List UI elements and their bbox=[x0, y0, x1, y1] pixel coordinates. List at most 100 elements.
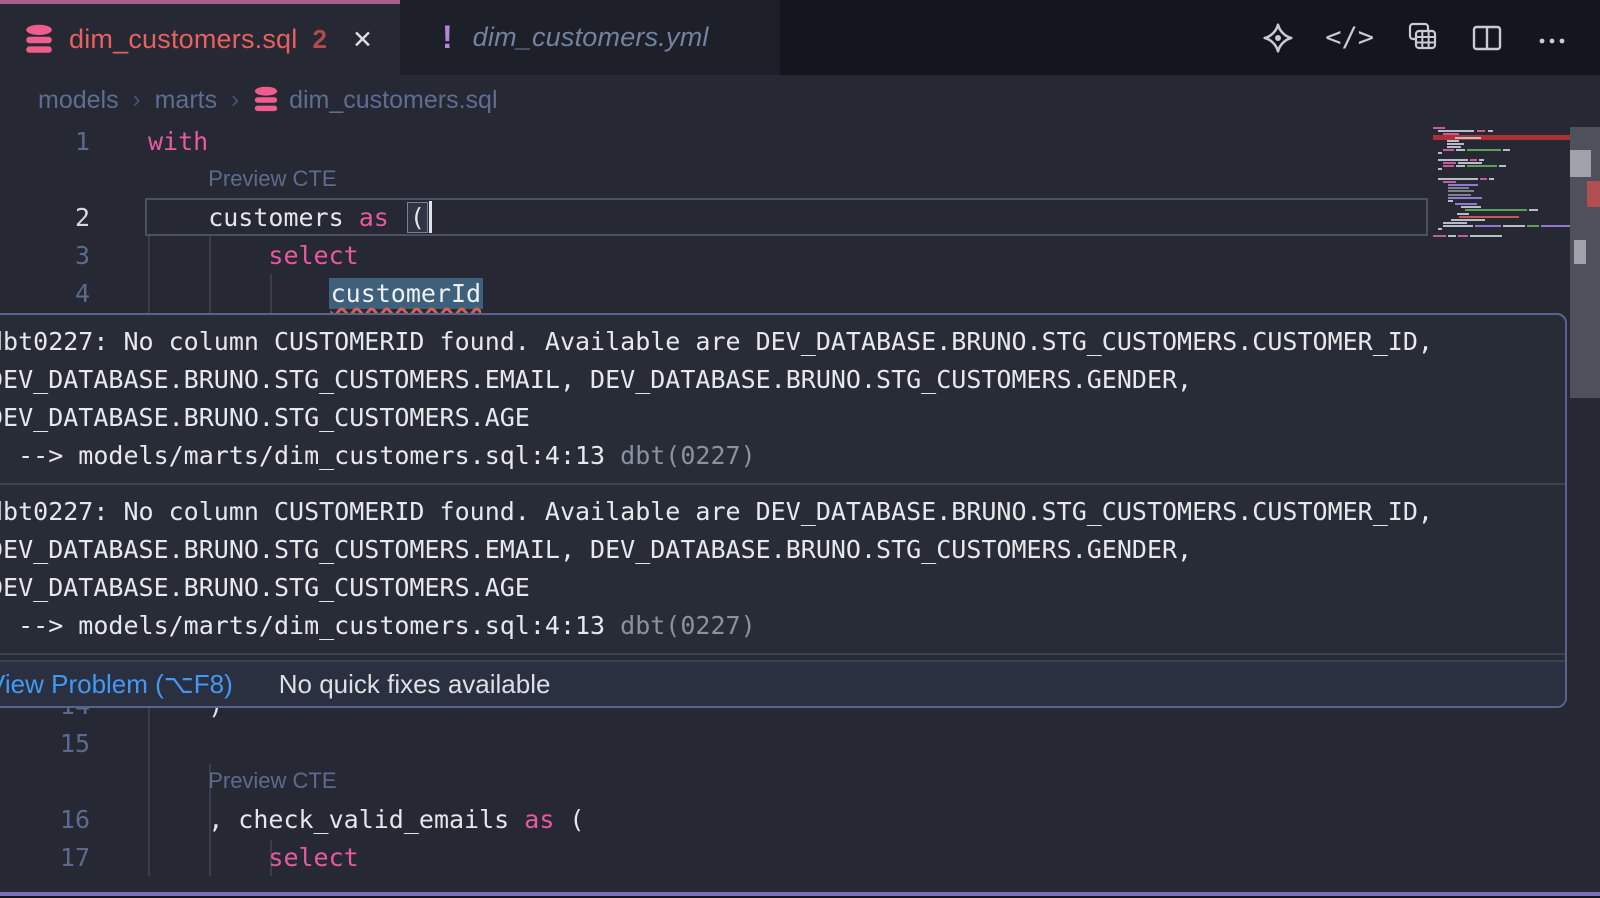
error-message-line: dbt0227: No column CUSTOMERID found. Ava… bbox=[0, 493, 1565, 531]
tab-bar: dim_customers.sql 2 ✕ ! dim_customers.ym… bbox=[0, 0, 1600, 75]
minimap-code-segment bbox=[1438, 178, 1478, 180]
minimap-code-segment bbox=[1480, 178, 1487, 180]
minimap-code-segment bbox=[1456, 165, 1465, 167]
minimap-code-segment bbox=[1443, 181, 1456, 183]
minimap-code-segment bbox=[1448, 197, 1482, 199]
minimap-code-segment bbox=[1459, 216, 1519, 218]
error-file-location[interactable]: --> models/marts/dim_customers.sql:4:13 bbox=[0, 611, 620, 640]
error-file-location[interactable]: --> models/marts/dim_customers.sql:4:13 bbox=[0, 441, 620, 470]
minimap-code-segment bbox=[1438, 168, 1442, 170]
minimap-code-segment bbox=[1479, 159, 1484, 161]
code-token: ( bbox=[554, 805, 584, 834]
minimap-code-segment bbox=[1438, 152, 1442, 154]
line-number: 4 bbox=[0, 279, 90, 308]
split-editor-icon[interactable] bbox=[1470, 21, 1504, 55]
minimap[interactable] bbox=[1433, 127, 1570, 245]
breadcrumb-item-models[interactable]: models bbox=[38, 86, 119, 115]
minimap-code-segment bbox=[1448, 184, 1478, 186]
chevron-right-icon: › bbox=[133, 86, 141, 114]
minimap-code-segment bbox=[1461, 206, 1481, 208]
code-token: with bbox=[148, 127, 208, 156]
code-line-4: 4 customerId bbox=[0, 274, 1600, 312]
codelens-preview-cte[interactable]: Preview CTE bbox=[208, 768, 336, 794]
code-lens-row: Preview CTE bbox=[0, 762, 1600, 800]
code-token bbox=[344, 203, 359, 232]
minimap-code-segment bbox=[1455, 203, 1477, 205]
code-content: customerId bbox=[148, 278, 483, 309]
breadcrumb-item-file[interactable]: dim_customers.sql bbox=[253, 86, 497, 115]
view-problem-link[interactable]: View Problem (⌥F8) bbox=[0, 669, 233, 700]
minimap-code-segment bbox=[1529, 209, 1538, 211]
overview-ruler-modified-marker bbox=[1570, 150, 1591, 177]
error-message-line: DEV_DATABASE.BRUNO.STG_CUSTOMERS.EMAIL, … bbox=[0, 531, 1565, 569]
codelens-preview-cte[interactable]: Preview CTE bbox=[208, 166, 336, 192]
vscode-window: dim_customers.sql 2 ✕ ! dim_customers.ym… bbox=[0, 0, 1600, 898]
error-location-line: --> models/marts/dim_customers.sql:4:13 … bbox=[0, 607, 1565, 645]
error-highlighted-word: customerId bbox=[329, 278, 484, 309]
line-number: 2 bbox=[0, 203, 90, 232]
minimap-code-segment bbox=[1458, 235, 1468, 237]
breadcrumb-file-label: dim_customers.sql bbox=[289, 86, 497, 115]
code-content: Preview CTE bbox=[148, 166, 337, 192]
code-line-17: 17select bbox=[0, 838, 1600, 876]
minimap-code-segment bbox=[1443, 165, 1454, 167]
minimap-code-segment bbox=[1433, 127, 1445, 129]
minimap-code-segment bbox=[1443, 149, 1454, 151]
code-area-bottom[interactable]: 14)15Preview CTE16, check_valid_emails a… bbox=[0, 686, 1600, 876]
dbt-icon[interactable] bbox=[1261, 21, 1295, 55]
minimap-code-segment bbox=[1475, 225, 1501, 227]
code-line-2: 2 customers as ( bbox=[0, 198, 1600, 236]
code-line-1: 1 with bbox=[0, 122, 1600, 160]
close-icon[interactable]: ✕ bbox=[352, 25, 373, 55]
minimap-code-segment bbox=[1443, 162, 1456, 164]
minimap-code-segment bbox=[1467, 165, 1497, 167]
code-content: , check_valid_emails as ( bbox=[148, 805, 584, 834]
line-number: 16 bbox=[0, 805, 90, 834]
minimap-code-segment bbox=[1448, 187, 1469, 189]
minimap-code-segment bbox=[1433, 235, 1446, 237]
tab-dim-customers-sql[interactable]: dim_customers.sql 2 ✕ bbox=[0, 0, 400, 75]
code-content: Preview CTE bbox=[148, 768, 337, 794]
overview-ruler-modified-marker bbox=[1574, 240, 1586, 264]
error-hover-body: dbt0227: No column CUSTOMERID found. Ava… bbox=[0, 315, 1565, 655]
copy-table-icon[interactable] bbox=[1404, 21, 1440, 55]
code-token: as bbox=[359, 203, 389, 232]
error-code: dbt(0227) bbox=[620, 441, 755, 470]
minimap-code-segment bbox=[1477, 130, 1485, 132]
chevron-right-icon: › bbox=[231, 86, 239, 114]
minimap-code-segment bbox=[1443, 133, 1459, 135]
minimap-code-segment bbox=[1503, 225, 1525, 227]
breadcrumb-item-marts[interactable]: marts bbox=[155, 86, 218, 115]
editor-actions: </> bbox=[1261, 0, 1570, 75]
code-content: customers as ( bbox=[148, 201, 432, 233]
overview-ruler-error-marker bbox=[1587, 181, 1600, 207]
minimap-code-segment bbox=[1527, 225, 1539, 227]
minimap-code-segment bbox=[1438, 159, 1468, 161]
code-line-3: 3 select bbox=[0, 236, 1600, 274]
minimap-code-segment bbox=[1456, 149, 1465, 151]
minimap-code-segment bbox=[1455, 137, 1481, 139]
more-actions-icon[interactable] bbox=[1534, 21, 1570, 55]
code-area-top[interactable]: 1 withPreview CTE 2 customers as ( 3 select 4 c… bbox=[0, 122, 1600, 312]
minimap-code-segment bbox=[1448, 190, 1474, 192]
line-number: 1 bbox=[0, 127, 90, 156]
error-message-block: dbt0227: No column CUSTOMERID found. Ava… bbox=[0, 485, 1565, 655]
database-icon bbox=[253, 86, 279, 114]
error-message-line: DEV_DATABASE.BRUNO.STG_CUSTOMERS.AGE bbox=[0, 569, 1565, 607]
minimap-code-segment bbox=[1465, 209, 1527, 211]
minimap-code-segment bbox=[1448, 235, 1456, 237]
warning-icon: ! bbox=[442, 19, 453, 56]
line-number: 3 bbox=[0, 241, 90, 270]
open-editors-code-icon[interactable]: </> bbox=[1325, 22, 1374, 53]
quick-fix-status: No quick fixes available bbox=[279, 669, 551, 700]
error-hover-panel: dbt0227: No column CUSTOMERID found. Ava… bbox=[0, 313, 1567, 708]
code-line-16: 16 , check_valid_emails as ( bbox=[0, 800, 1600, 838]
code-content: select bbox=[148, 241, 359, 270]
code-token: as bbox=[524, 805, 554, 834]
error-message-block: dbt0227: No column CUSTOMERID found. Ava… bbox=[0, 315, 1565, 485]
code-lens-row: Preview CTE bbox=[0, 160, 1600, 198]
code-content: select bbox=[148, 843, 359, 872]
tab-dim-customers-yml[interactable]: ! dim_customers.yml bbox=[400, 0, 780, 75]
code-content: with bbox=[148, 127, 208, 156]
minimap-code-segment bbox=[1438, 130, 1474, 132]
